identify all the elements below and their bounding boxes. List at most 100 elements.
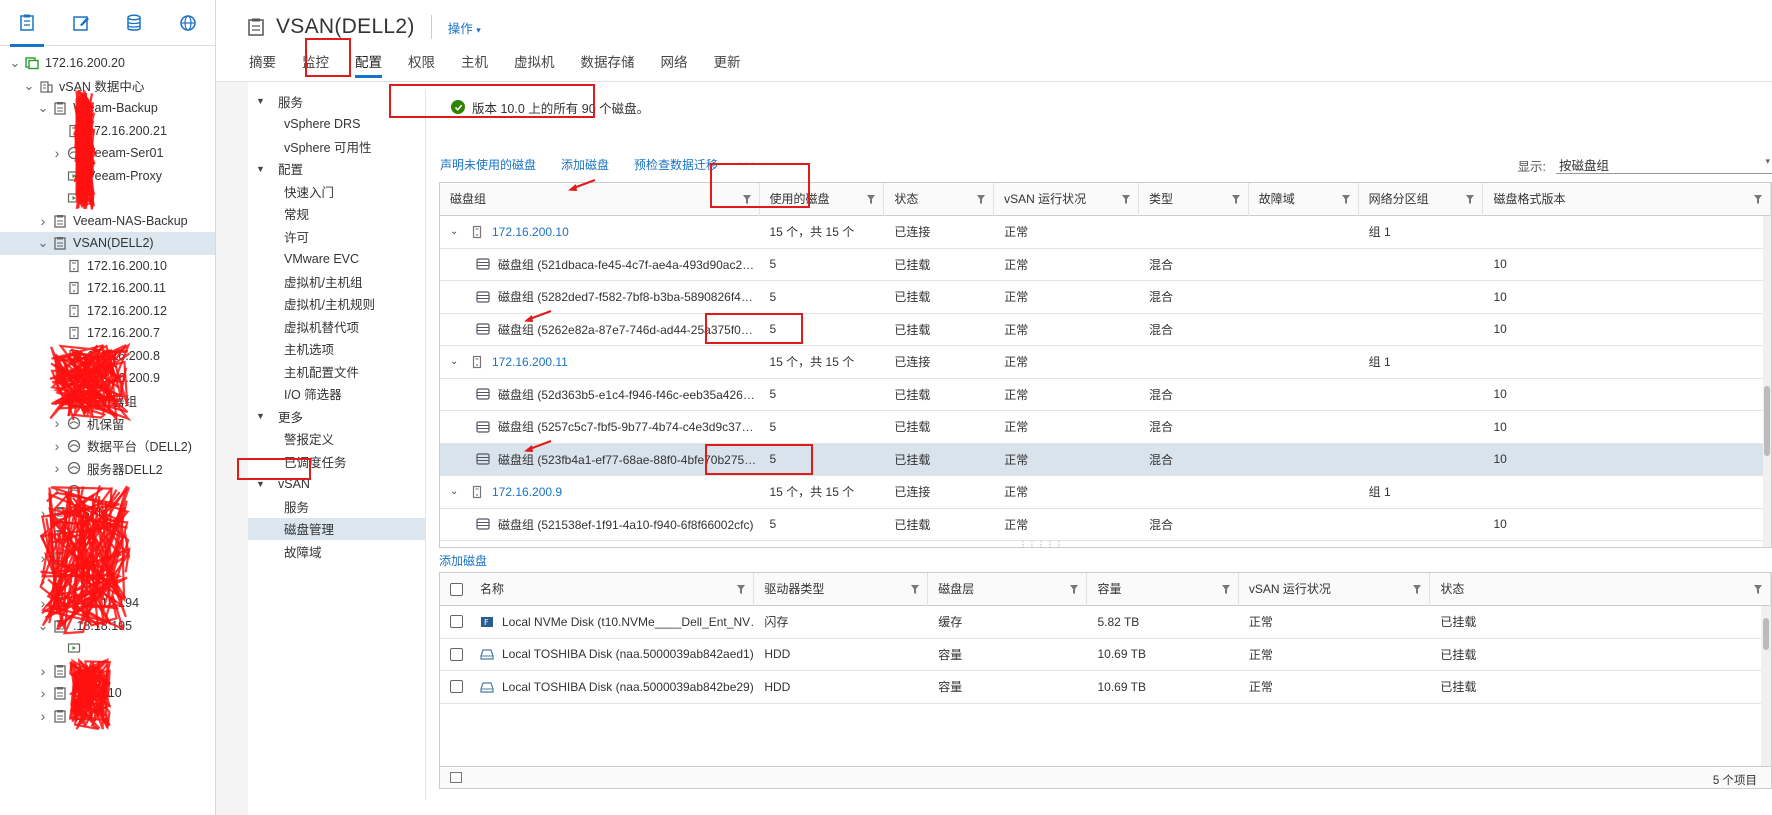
tree-node[interactable]: › 机保留 — [0, 412, 215, 435]
expand-icon[interactable]: › — [36, 214, 50, 228]
collapse-icon[interactable]: ⌄ — [36, 619, 50, 632]
tree-node[interactable]: › 254 — [0, 705, 215, 728]
filter-icon[interactable] — [737, 585, 746, 594]
hosts-clusters-tab[interactable] — [0, 0, 54, 47]
expand-icon[interactable]: › — [36, 574, 50, 588]
collapse-icon[interactable]: ▼ — [256, 411, 268, 421]
tree-node[interactable]: › — [0, 480, 215, 503]
filter-icon[interactable] — [911, 585, 920, 594]
column-header[interactable]: 磁盘组 — [440, 183, 760, 216]
config-menu-item[interactable]: 虚拟机/主机规则 — [248, 293, 425, 316]
tree-node[interactable]: 172.16.200.10 — [0, 255, 215, 278]
tab-8[interactable]: 更新 — [701, 48, 754, 82]
column-header[interactable]: 故障域 — [1249, 183, 1359, 216]
tree-node[interactable]: › 数据平台（DELL2) — [0, 435, 215, 458]
precheck-data-migration-link[interactable]: 预检查数据迁移 — [634, 156, 718, 173]
expand-icon[interactable]: › — [50, 394, 64, 408]
splitter-handle[interactable]: ⋮⋮⋮⋮⋮ — [1019, 540, 1063, 549]
tab-6[interactable]: 数据存储 — [568, 48, 648, 82]
tree-node[interactable]: › Veeam-Ser01 — [0, 142, 215, 165]
config-menu-item[interactable]: 快速入门 — [248, 180, 425, 203]
column-header[interactable]: 容量 — [1087, 573, 1239, 606]
tree-node[interactable]: ⌄ 172.16.200.20 — [0, 52, 215, 75]
tree-node[interactable]: › — [0, 525, 215, 548]
filter-icon[interactable] — [977, 195, 986, 204]
config-menu-item[interactable]: 主机配置文件 — [248, 360, 425, 383]
config-menu-item[interactable]: vSphere DRS — [248, 113, 425, 136]
tree-node[interactable]: ⌄ VSAN(DELL2) — [0, 232, 215, 255]
config-menu-item[interactable]: 许可 — [248, 225, 425, 248]
tree-node[interactable]: Veeam-Proxy — [0, 165, 215, 188]
host-row[interactable]: ⌄ 172.16.200.9 15 个，共 15 个 已连接 正常 组 1 — [440, 476, 1771, 509]
filter-icon[interactable] — [1754, 195, 1762, 204]
tree-node[interactable]: › 0.18.210 — [0, 682, 215, 705]
disk-group-row[interactable]: 磁盘组 (522c0c04-7f6f-e43a-3549-7da99d8f1…5… — [440, 541, 1771, 547]
networking-tab[interactable] — [161, 0, 215, 46]
config-menu-item[interactable]: 服务 — [248, 495, 425, 518]
collapse-icon[interactable]: ⌄ — [36, 101, 50, 114]
column-header[interactable]: 类型 — [1139, 183, 1249, 216]
tab-7[interactable]: 网络 — [648, 48, 701, 82]
column-header[interactable]: vSAN 运行状况 — [994, 183, 1139, 216]
disk-group-row[interactable]: 磁盘组 (5282ded7-f582-7bf8-b3ba-5890826f4… 5… — [440, 281, 1771, 314]
column-header[interactable]: 状态 — [1430, 573, 1771, 606]
actions-menu[interactable]: 操作 ▾ — [448, 18, 481, 37]
vms-templates-tab[interactable] — [54, 0, 108, 46]
column-toggle-icon[interactable] — [450, 772, 462, 783]
tree-node[interactable]: 172.16.200.21 — [0, 120, 215, 143]
filter-icon[interactable] — [867, 195, 876, 204]
config-menu-item[interactable]: 主机选项 — [248, 338, 425, 361]
config-menu-item[interactable]: 故障域 — [248, 540, 425, 563]
column-header[interactable]: 网络分区组 — [1359, 183, 1484, 216]
tree-node[interactable]: ⌄ .18.18.195 — [0, 615, 215, 638]
group-by-select[interactable]: 按磁盘组 ▾ — [1556, 152, 1772, 174]
row-checkbox[interactable] — [450, 647, 463, 661]
tab-4[interactable]: 主机 — [448, 48, 501, 82]
row-checkbox[interactable] — [450, 680, 463, 694]
tab-0[interactable]: 摘要 — [246, 48, 289, 82]
filter-icon[interactable] — [1231, 195, 1240, 204]
column-header[interactable]: 使用的磁盘 — [760, 183, 885, 216]
tree-node[interactable]: › 服务器组 — [0, 390, 215, 413]
filter-icon[interactable] — [1466, 195, 1475, 204]
filter-icon[interactable] — [1754, 585, 1762, 594]
disk-group-row[interactable]: 磁盘组 (523fb4a1-ef77-68ae-88f0-4bfe70b275…… — [440, 443, 1771, 476]
config-menu-item[interactable]: VMware EVC — [248, 248, 425, 271]
config-group[interactable]: ▼ 服务 — [248, 90, 425, 113]
storage-tab[interactable] — [108, 0, 162, 46]
host-row[interactable]: ⌄ 172.16.200.10 15 个，共 15 个 已连接 正常 组 1 — [440, 216, 1771, 249]
config-group[interactable]: ▼ vSAN — [248, 473, 425, 496]
tree-node[interactable]: 172.16.200.11 — [0, 277, 215, 300]
expand-icon[interactable]: › — [50, 461, 64, 475]
select-all-checkbox[interactable] — [450, 583, 463, 597]
tree-node[interactable] — [0, 187, 215, 210]
expand-icon[interactable]: › — [50, 439, 64, 453]
column-header[interactable]: 状态 — [884, 183, 995, 216]
tab-1[interactable]: 监控 — [289, 48, 342, 82]
device-table-scrollbar[interactable] — [1761, 606, 1771, 766]
config-menu-item[interactable]: 警报定义 — [248, 428, 425, 451]
tree-node[interactable]: 172.16.200.12 — [0, 300, 215, 323]
expand-icon[interactable]: › — [36, 506, 50, 520]
disk-device-row[interactable]: Local TOSHIBA Disk (naa.5000039ab842be29… — [440, 671, 1771, 704]
more-actions-button[interactable]: ··· — [737, 155, 756, 173]
tree-node[interactable]: 172.16.200.8 — [0, 345, 215, 368]
collapse-icon[interactable]: ⌄ — [36, 236, 50, 249]
disk-table-scrollbar[interactable] — [1763, 216, 1771, 547]
expand-icon[interactable]: › — [36, 686, 50, 700]
filter-icon[interactable] — [1341, 195, 1350, 204]
config-group[interactable]: ▼ 配置 — [248, 158, 425, 181]
collapse-icon[interactable]: ▼ — [256, 479, 268, 489]
column-header[interactable]: 驱动器类型 — [754, 573, 929, 606]
tree-node[interactable]: › — [0, 660, 215, 683]
config-group[interactable]: ▼ 更多 — [248, 405, 425, 428]
tree-node[interactable]: › — [0, 570, 215, 593]
config-menu-item[interactable]: vSphere 可用性 — [248, 135, 425, 158]
collapse-icon[interactable]: ⌄ — [450, 486, 464, 497]
config-menu-item[interactable]: 虚拟机替代项 — [248, 315, 425, 338]
tree-node[interactable]: › — [0, 547, 215, 570]
collapse-icon[interactable]: ⌄ — [22, 79, 36, 92]
expand-icon[interactable]: › — [50, 416, 64, 430]
tree-node[interactable] — [0, 637, 215, 660]
filter-icon[interactable] — [1413, 585, 1422, 594]
